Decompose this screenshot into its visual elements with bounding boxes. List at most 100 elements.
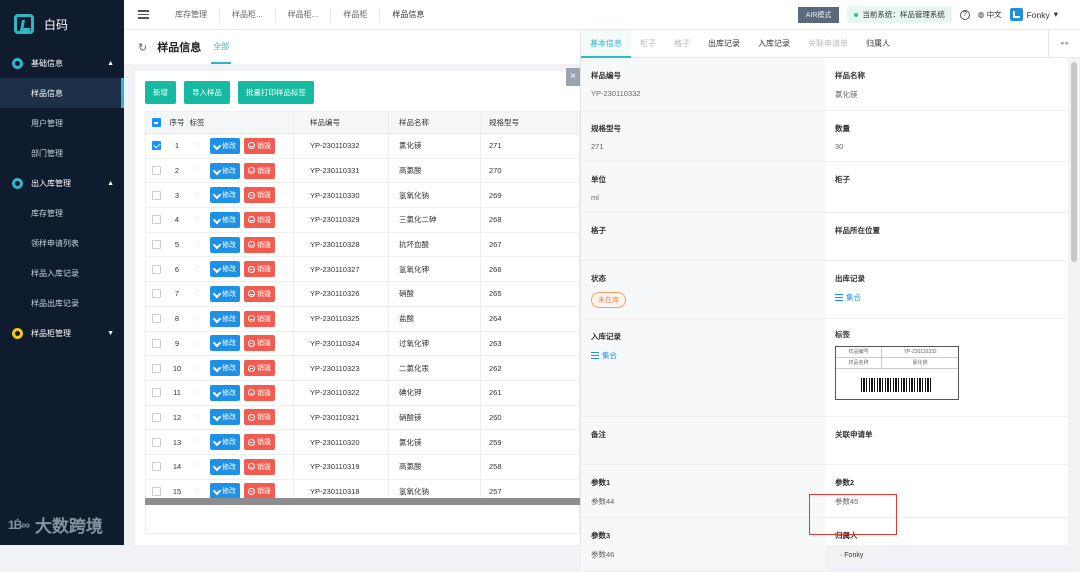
batch-print-button[interactable]: 批量打印样品标签 [238, 81, 314, 104]
owner-tag[interactable]: · Fonky [835, 550, 869, 561]
out-records-link[interactable]: 集合 [835, 292, 1059, 303]
tag-icon[interactable]: ♡ [188, 339, 206, 348]
close-panel-button[interactable]: × [566, 68, 580, 86]
destroy-button[interactable]: 销毁 [244, 434, 275, 451]
row-checkbox[interactable] [151, 141, 161, 151]
table-row[interactable]: 3 ♡ 修改 销毁 YP-230110330 氢氧化钠 269 [146, 183, 579, 209]
tag-icon[interactable]: ♡ [188, 388, 206, 397]
destroy-button[interactable]: 销毁 [244, 162, 275, 179]
destroy-button[interactable]: 销毁 [244, 409, 275, 426]
row-checkbox[interactable] [151, 462, 161, 472]
horizontal-scrollbar[interactable] [145, 498, 580, 505]
tag-icon[interactable]: ♡ [188, 364, 206, 373]
tag-icon[interactable]: ♡ [188, 314, 206, 323]
row-checkbox[interactable] [151, 289, 161, 299]
edit-button[interactable]: 修改 [210, 162, 240, 179]
table-row[interactable]: 1 ♡ 修改 销毁 YP-230110332 氯化镁 271 [146, 134, 579, 159]
in-records-link[interactable]: 集合 [591, 350, 815, 361]
tab-all[interactable]: 全部 [211, 31, 232, 64]
sidebar-item-in-records[interactable]: 样品入库记录 [0, 258, 124, 288]
row-checkbox[interactable] [151, 437, 161, 447]
tab-grid[interactable]: 格子 [665, 30, 699, 58]
edit-button[interactable]: 修改 [210, 434, 240, 451]
vertical-scrollbar[interactable] [1068, 58, 1080, 545]
row-checkbox[interactable] [151, 338, 161, 348]
edit-button[interactable]: 修改 [210, 187, 240, 204]
sidebar-item-requests[interactable]: 领样申请列表 [0, 228, 124, 258]
table-row[interactable]: 14 ♡ 修改 销毁 YP-230110319 高氯酸 258 [146, 454, 579, 480]
sidebar-item-dept-mgmt[interactable]: 部门管理 [0, 138, 124, 168]
sidebar-item-user-mgmt[interactable]: 用户管理 [0, 108, 124, 138]
import-button[interactable]: 导入样品 [184, 81, 230, 104]
tab-in-records[interactable]: 入库记录 [749, 30, 799, 58]
edit-button[interactable]: 修改 [210, 335, 240, 352]
destroy-button[interactable]: 销毁 [244, 211, 275, 228]
current-system-badge[interactable]: 当前系统：样品管理系统 [847, 6, 952, 23]
tag-icon[interactable]: ♡ [188, 413, 206, 422]
tag-icon[interactable]: ♡ [188, 240, 206, 249]
table-row[interactable]: 11 ♡ 修改 销毁 YP-230110322 碘化钾 261 [146, 380, 579, 406]
row-checkbox[interactable] [151, 264, 161, 274]
tag-icon[interactable]: ♡ [188, 265, 206, 274]
destroy-button[interactable]: 销毁 [244, 261, 275, 278]
edit-button[interactable]: 修改 [210, 285, 240, 302]
destroy-button[interactable]: 销毁 [244, 458, 275, 475]
breadcrumb-item[interactable]: 样品柜... [219, 7, 275, 22]
tag-icon[interactable]: ♡ [188, 462, 206, 471]
table-row[interactable]: 6 ♡ 修改 销毁 YP-230110327 氢氧化钾 266 [146, 257, 579, 283]
row-checkbox[interactable] [151, 388, 161, 398]
tab-cabinet[interactable]: 柜子 [631, 30, 665, 58]
col-name[interactable]: 样品名称 [388, 112, 480, 133]
tag-icon[interactable]: ♡ [188, 289, 206, 298]
destroy-button[interactable]: 销毁 [244, 137, 275, 154]
table-row[interactable]: 7 ♡ 修改 销毁 YP-230110326 硝酸 265 [146, 282, 579, 307]
table-row[interactable]: 8 ♡ 修改 销毁 YP-230110325 盐酸 264 [146, 306, 579, 332]
table-row[interactable]: 4 ♡ 修改 销毁 YP-230110329 三氯化二砷 268 [146, 208, 579, 233]
destroy-button[interactable]: 销毁 [244, 360, 275, 377]
menu-toggle-icon[interactable] [138, 10, 149, 19]
tag-icon[interactable]: ♡ [188, 438, 206, 447]
table-row[interactable]: 2 ♡ 修改 销毁 YP-230110331 高氯酸 270 [146, 158, 579, 184]
sidebar-item-out-records[interactable]: 样品出库记录 [0, 288, 124, 318]
edit-button[interactable]: 修改 [210, 409, 240, 426]
row-checkbox[interactable] [151, 166, 161, 176]
destroy-button[interactable]: 销毁 [244, 187, 275, 204]
user-menu[interactable]: Fonky ▾ [1009, 8, 1058, 21]
edit-button[interactable]: 修改 [210, 261, 240, 278]
tab-out-records[interactable]: 出库记录 [699, 30, 749, 58]
help-icon[interactable]: ? [959, 9, 970, 20]
sidebar-item-sample-info[interactable]: 样品信息 [0, 78, 124, 108]
tab-basic-info[interactable]: 基本信息 [581, 29, 631, 58]
row-checkbox[interactable] [151, 412, 161, 422]
destroy-button[interactable]: 销毁 [244, 310, 275, 327]
add-button[interactable]: 新增 [145, 81, 176, 104]
col-code[interactable]: 样品编号 [293, 112, 388, 133]
row-checkbox[interactable] [151, 314, 161, 324]
table-row[interactable]: 12 ♡ 修改 销毁 YP-230110321 硝酸镁 260 [146, 405, 579, 431]
app-logo[interactable]: 白码 [0, 0, 124, 48]
table-row[interactable]: 5 ♡ 修改 销毁 YP-230110328 抗坏血酸 267 [146, 232, 579, 258]
col-spec[interactable]: 规格型号 [480, 112, 560, 133]
edit-button[interactable]: 修改 [210, 384, 240, 401]
row-checkbox[interactable] [151, 215, 161, 225]
destroy-button[interactable]: 销毁 [244, 384, 275, 401]
tag-icon[interactable]: ♡ [188, 487, 206, 496]
select-all-checkbox[interactable] [151, 118, 161, 127]
tag-icon[interactable]: ♡ [188, 141, 206, 150]
sample-label-card[interactable]: 样品编号 YP-230110332 样品名称 氯化镁 [835, 346, 959, 400]
menu-group-inout[interactable]: 出入库管理 ▲ [0, 168, 124, 198]
row-checkbox[interactable] [151, 486, 161, 496]
refresh-icon[interactable]: ↻ [138, 41, 147, 54]
edit-button[interactable]: 修改 [210, 211, 240, 228]
tag-icon[interactable]: ♡ [188, 191, 206, 200]
edit-button[interactable]: 修改 [210, 137, 240, 154]
table-row[interactable]: 9 ♡ 修改 销毁 YP-230110324 过氧化钾 263 [146, 331, 579, 357]
row-checkbox[interactable] [151, 240, 161, 250]
tag-icon[interactable]: ♡ [188, 215, 206, 224]
menu-group-cabinet[interactable]: 样品柜管理 ▼ [0, 318, 124, 348]
breadcrumb-item[interactable]: 样品柜 [330, 7, 379, 22]
edit-button[interactable]: 修改 [210, 236, 240, 253]
tab-scroll-arrows[interactable]: ◂ ▸ [1048, 29, 1080, 58]
tag-icon[interactable]: ♡ [188, 166, 206, 175]
menu-group-basic-info[interactable]: 基础信息 ▲ [0, 48, 124, 78]
